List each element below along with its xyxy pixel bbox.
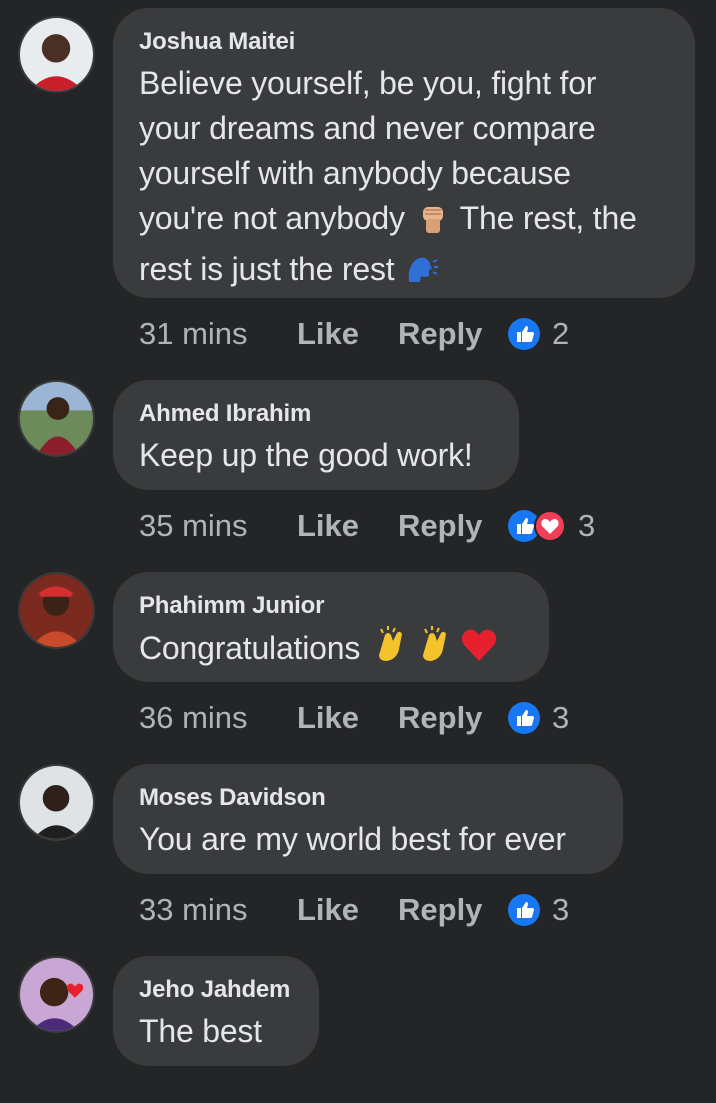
avatar[interactable] <box>18 572 95 649</box>
comment-actions: 31 mins Like Reply 2 <box>139 314 569 354</box>
comment-timestamp[interactable]: 36 mins <box>139 700 297 736</box>
like-button[interactable]: Like <box>297 508 398 544</box>
like-button[interactable]: Like <box>297 892 398 928</box>
comment-line: yourself with anybody because <box>139 155 571 191</box>
raised-fist-emoji <box>416 201 450 247</box>
comment-line: rest is just the rest <box>139 247 669 298</box>
comment-bubble: Jeho Jahdem The best <box>113 956 319 1066</box>
like-reaction-icon <box>508 702 540 734</box>
reactions-summary[interactable]: 3 <box>508 700 569 736</box>
comment-actions: 33 mins Like Reply 3 <box>139 890 569 930</box>
reply-button[interactable]: Reply <box>398 508 508 544</box>
comment-actions: 35 mins Like Reply 3 <box>139 506 595 546</box>
clapping-hands-emoji <box>371 625 411 677</box>
reply-button[interactable]: Reply <box>398 700 508 736</box>
avatar[interactable] <box>18 16 95 93</box>
comment-text: Keep up the good work! <box>139 437 473 473</box>
reaction-count: 3 <box>578 508 596 543</box>
comment-text: The best <box>139 1013 262 1049</box>
comment-timestamp[interactable]: 31 mins <box>139 316 297 352</box>
avatar[interactable] <box>18 764 95 841</box>
comment-line: your dreams and never compare <box>139 110 596 146</box>
like-button[interactable]: Like <box>297 700 398 736</box>
like-button[interactable]: Like <box>297 316 398 352</box>
comment-text: Believe yourself, be you, fight for your… <box>139 61 669 298</box>
comment-author[interactable]: Phahimm Junior <box>139 590 523 622</box>
comment-author[interactable]: Moses Davidson <box>139 782 597 814</box>
comment-line: you're not anybody The rest, the <box>139 196 669 247</box>
comment-bubble: Phahimm Junior Congratulations <box>113 572 549 682</box>
like-reaction-icon <box>508 894 540 926</box>
avatar[interactable] <box>18 380 95 457</box>
reactions-summary[interactable]: 2 <box>508 316 569 352</box>
comment-timestamp[interactable]: 33 mins <box>139 892 297 928</box>
reaction-count: 3 <box>552 892 570 927</box>
like-reaction-icon <box>508 318 540 350</box>
reply-button[interactable]: Reply <box>398 892 508 928</box>
comment-actions: 36 mins Like Reply 3 <box>139 698 569 738</box>
clapping-hands-emoji <box>415 625 455 677</box>
comment-text: Congratulations <box>139 625 523 677</box>
love-reaction-icon <box>534 510 566 542</box>
comment-timestamp[interactable]: 35 mins <box>139 508 297 544</box>
comment-author[interactable]: Ahmed Ibrahim <box>139 398 493 430</box>
comment-bubble: Ahmed Ibrahim Keep up the good work! <box>113 380 519 490</box>
comments-feed: Joshua Maitei Believe yourself, be you, … <box>0 0 716 1103</box>
comment-line: Believe yourself, be you, fight for <box>139 65 597 101</box>
comment-bubble: Moses Davidson You are my world best for… <box>113 764 623 874</box>
avatar[interactable] <box>18 956 95 1033</box>
reaction-count: 2 <box>552 316 570 351</box>
speaking-head-emoji <box>405 252 439 298</box>
reactions-summary[interactable]: 3 <box>508 892 569 928</box>
reactions-summary[interactable]: 3 <box>508 508 595 544</box>
comment-author[interactable]: Jeho Jahdem <box>139 974 293 1006</box>
red-heart-emoji <box>459 625 499 677</box>
comment-text: You are my world best for ever <box>139 821 566 857</box>
reply-button[interactable]: Reply <box>398 316 508 352</box>
comment-bubble: Joshua Maitei Believe yourself, be you, … <box>113 8 695 298</box>
reaction-count: 3 <box>552 700 570 735</box>
comment-author[interactable]: Joshua Maitei <box>139 26 669 58</box>
